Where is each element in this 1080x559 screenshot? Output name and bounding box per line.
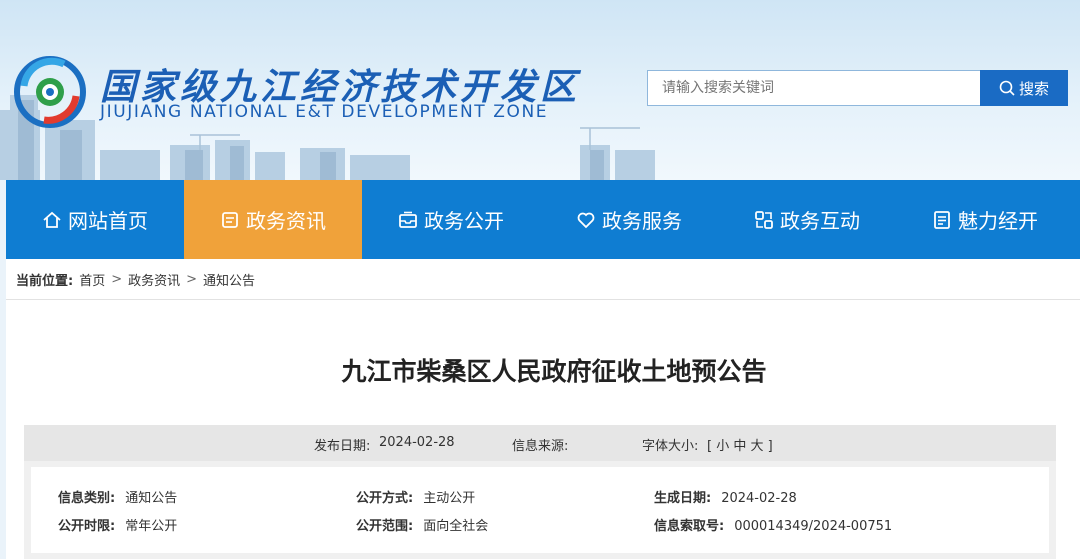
publish-date: 2024-02-28 xyxy=(379,435,455,450)
breadcrumb-prefix: 当前位置: xyxy=(16,273,74,289)
link-icon xyxy=(755,210,773,229)
site-name-en: JIUJIANG NATIONAL E&T DEVELOPMENT ZONE xyxy=(100,102,549,122)
source-label: 信息来源: xyxy=(512,439,569,454)
heart-icon xyxy=(577,212,595,228)
info-category-label: 信息类别: xyxy=(58,491,116,506)
nav-item-interaction[interactable]: 政务互动 xyxy=(718,180,896,259)
nav-item-label: 政务公开 xyxy=(424,209,504,233)
info-category-value: 通知公告 xyxy=(125,491,178,506)
info-method-value: 主动公开 xyxy=(423,491,476,506)
info-period-label: 公开时限: xyxy=(58,519,116,534)
nav-item-public[interactable]: 政务公开 xyxy=(362,180,540,259)
search-button-label: 搜索 xyxy=(1018,79,1049,98)
info-method: 公开方式: 主动公开 xyxy=(356,487,475,506)
breadcrumb: 当前位置: 首页 > 政务资讯 > 通知公告 xyxy=(6,259,1080,300)
news-icon xyxy=(222,211,238,228)
breadcrumb-separator: > xyxy=(111,271,123,287)
breadcrumb-notice-link[interactable]: 通知公告 xyxy=(203,270,255,289)
info-period-value: 常年公开 xyxy=(125,519,178,534)
nav-item-news[interactable]: 政务资讯 xyxy=(184,180,362,259)
nav-item-label: 政务资讯 xyxy=(246,209,326,233)
info-table-inner: 信息类别: 通知公告 公开方式: 主动公开 生成日期: 2024-02-28 公开时限… xyxy=(31,467,1049,553)
article-container: 九江市柴桑区人民政府征收土地预公告 发布日期: 2024-02-28 信息来源:… xyxy=(6,300,1080,559)
info-index-value: 000014349/2024-00751 xyxy=(734,519,893,534)
publish-date-label: 发布日期: xyxy=(314,439,371,454)
breadcrumb-news-link[interactable]: 政务资讯 xyxy=(128,270,180,289)
info-created-value: 2024-02-28 xyxy=(721,491,797,506)
search-icon xyxy=(999,80,1015,96)
info-scope: 公开范围: 面向全社会 xyxy=(356,515,488,534)
search-input[interactable] xyxy=(647,70,981,106)
nav-item-label: 魅力经开 xyxy=(958,209,1038,233)
info-scope-value: 面向全社会 xyxy=(423,519,489,534)
nav-item-label: 网站首页 xyxy=(68,209,148,233)
inbox-icon xyxy=(399,211,417,228)
page-title: 九江市柴桑区人民政府征收土地预公告 xyxy=(341,357,767,386)
nav-item-home[interactable]: 网站首页 xyxy=(6,180,184,259)
info-index-label: 信息索取号: xyxy=(654,519,725,534)
info-category: 信息类别: 通知公告 xyxy=(58,487,177,506)
info-scope-label: 公开范围: xyxy=(356,519,414,534)
document-icon xyxy=(934,210,950,229)
font-size-label: 字体大小: xyxy=(642,439,699,454)
info-period: 公开时限: 常年公开 xyxy=(58,515,177,534)
nav-item-label: 政务服务 xyxy=(602,209,682,233)
info-index: 信息索取号: 000014349/2024-00751 xyxy=(654,515,892,534)
info-created-label: 生成日期: xyxy=(654,491,712,506)
home-icon xyxy=(43,211,61,228)
breadcrumb-separator: > xyxy=(186,271,198,287)
info-method-label: 公开方式: xyxy=(356,491,414,506)
header-banner: 国家级九江经济技术开发区 JIUJIANG NATIONAL E&T DEVEL… xyxy=(0,0,1080,180)
info-table: 信息类别: 通知公告 公开方式: 主动公开 生成日期: 2024-02-28 公开时限… xyxy=(24,461,1056,559)
search-button[interactable]: 搜索 xyxy=(980,70,1068,106)
info-created: 生成日期: 2024-02-28 xyxy=(654,487,797,506)
breadcrumb-home-link[interactable]: 首页 xyxy=(79,270,105,289)
nav-item-label: 政务互动 xyxy=(780,209,860,233)
nav-item-service[interactable]: 政务服务 xyxy=(540,180,718,259)
article-meta-bar: 发布日期: 2024-02-28 信息来源: 字体大小: [ 小 中 大 ] xyxy=(24,425,1056,461)
jiujiang-emblem-icon xyxy=(14,56,86,128)
main-nav: 网站首页 政务资讯 政务公开 政务服务 政务互动 魅力经开 xyxy=(6,180,1080,259)
font-size-toggle[interactable]: [ 小 中 大 ] xyxy=(707,435,773,454)
nav-item-charm[interactable]: 魅力经开 xyxy=(896,180,1074,259)
